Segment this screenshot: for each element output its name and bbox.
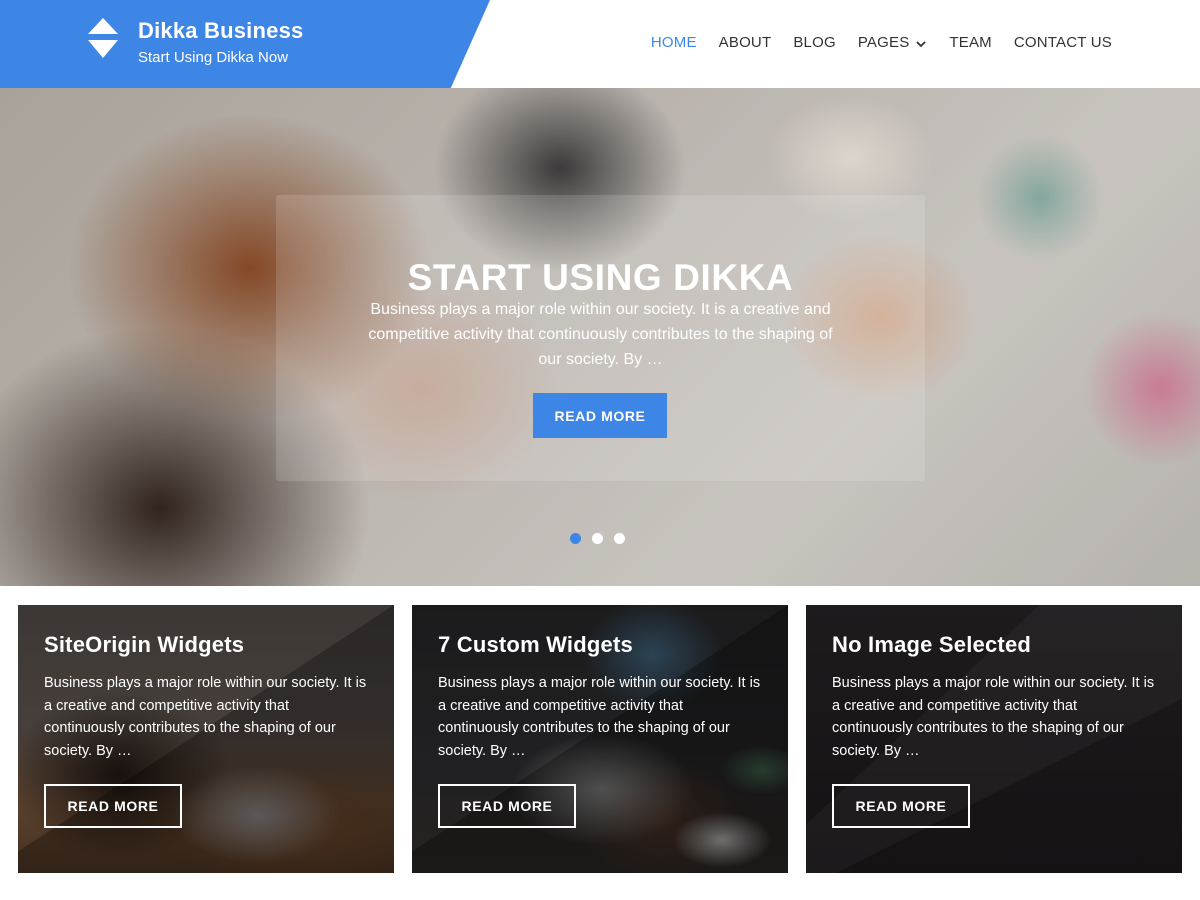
nav-item-contact-us[interactable]: CONTACT US [1014, 34, 1112, 51]
site-title[interactable]: Dikka Business [138, 18, 303, 44]
nav-item-blog[interactable]: BLOG [793, 34, 835, 51]
card-read-more-button[interactable]: READ MORE [44, 784, 182, 828]
feature-card-custom-widgets: 7 Custom Widgets Business plays a major … [412, 605, 788, 873]
card-text: Business plays a major role within our s… [438, 675, 761, 759]
card-title[interactable]: SiteOrigin Widgets [44, 632, 244, 658]
nav-item-pages[interactable]: PAGES [858, 34, 928, 51]
nav-item-about[interactable]: ABOUT [719, 34, 772, 51]
feature-card-no-image: No Image Selected Business plays a major… [806, 605, 1182, 873]
chevron-down-icon [915, 37, 927, 49]
nav-item-team[interactable]: TEAM [949, 34, 991, 51]
hero-title: START USING DIKKA [407, 257, 794, 298]
card-title[interactable]: No Image Selected [832, 632, 1031, 658]
hero-text: Business plays a major role within our s… [368, 301, 833, 368]
slider-dot-1[interactable] [570, 533, 581, 544]
slider-dot-2[interactable] [592, 533, 603, 544]
card-read-more-button[interactable]: READ MORE [438, 784, 576, 828]
hero-read-more-button[interactable]: READ MORE [533, 393, 667, 438]
feature-card-siteorigin: SiteOrigin Widgets Business plays a majo… [18, 605, 394, 873]
card-read-more-button[interactable]: READ MORE [832, 784, 970, 828]
hero-slider: START USING DIKKA Business plays a major… [0, 88, 1200, 586]
diamond-logo-icon[interactable] [80, 16, 126, 62]
main-nav: HOME ABOUT BLOG PAGES TEAM CONTACT US [629, 34, 1112, 51]
site-tagline: Start Using Dikka Now [138, 49, 289, 66]
nav-item-home[interactable]: HOME [651, 34, 697, 51]
card-text: Business plays a major role within our s… [44, 675, 367, 759]
hero-caption-panel: START USING DIKKA Business plays a major… [276, 195, 925, 481]
nav-item-pages-label: PAGES [857, 34, 910, 51]
slider-dot-3[interactable] [614, 533, 625, 544]
brand-band [0, 0, 490, 88]
card-title[interactable]: 7 Custom Widgets [438, 632, 633, 658]
slider-pagination [570, 533, 636, 544]
site-header: Dikka Business Start Using Dikka Now HOM… [0, 0, 1200, 88]
card-text: Business plays a major role within our s… [832, 675, 1155, 759]
